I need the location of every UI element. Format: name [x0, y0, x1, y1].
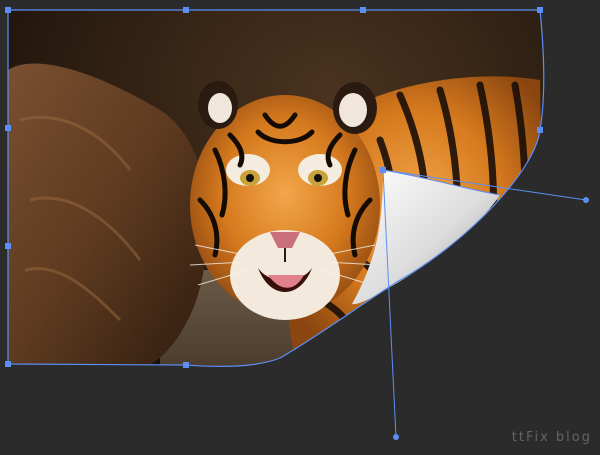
canvas-area[interactable]: ttFix blog	[0, 0, 600, 455]
anchor-point-left-upper[interactable]	[5, 125, 11, 131]
anchor-point-top-mid-right[interactable]	[360, 7, 366, 13]
anchor-point-top-right[interactable]	[537, 7, 543, 13]
anchor-point-left-lower[interactable]	[5, 243, 11, 249]
anchor-point-top-left[interactable]	[5, 7, 11, 13]
anchor-point-bottom-mid[interactable]	[183, 362, 189, 368]
anchor-point-top-mid-left[interactable]	[183, 7, 189, 13]
photo-layer	[8, 10, 544, 367]
anchor-point-bottom-left[interactable]	[5, 361, 11, 367]
bezier-handle-dot-right[interactable]	[583, 197, 589, 203]
image-canvas[interactable]	[0, 0, 600, 455]
anchor-point-curl[interactable]	[380, 167, 386, 173]
watermark: ttFix blog	[511, 430, 592, 445]
bezier-handle-dot-bottom[interactable]	[393, 434, 399, 440]
anchor-point-right[interactable]	[537, 127, 543, 133]
